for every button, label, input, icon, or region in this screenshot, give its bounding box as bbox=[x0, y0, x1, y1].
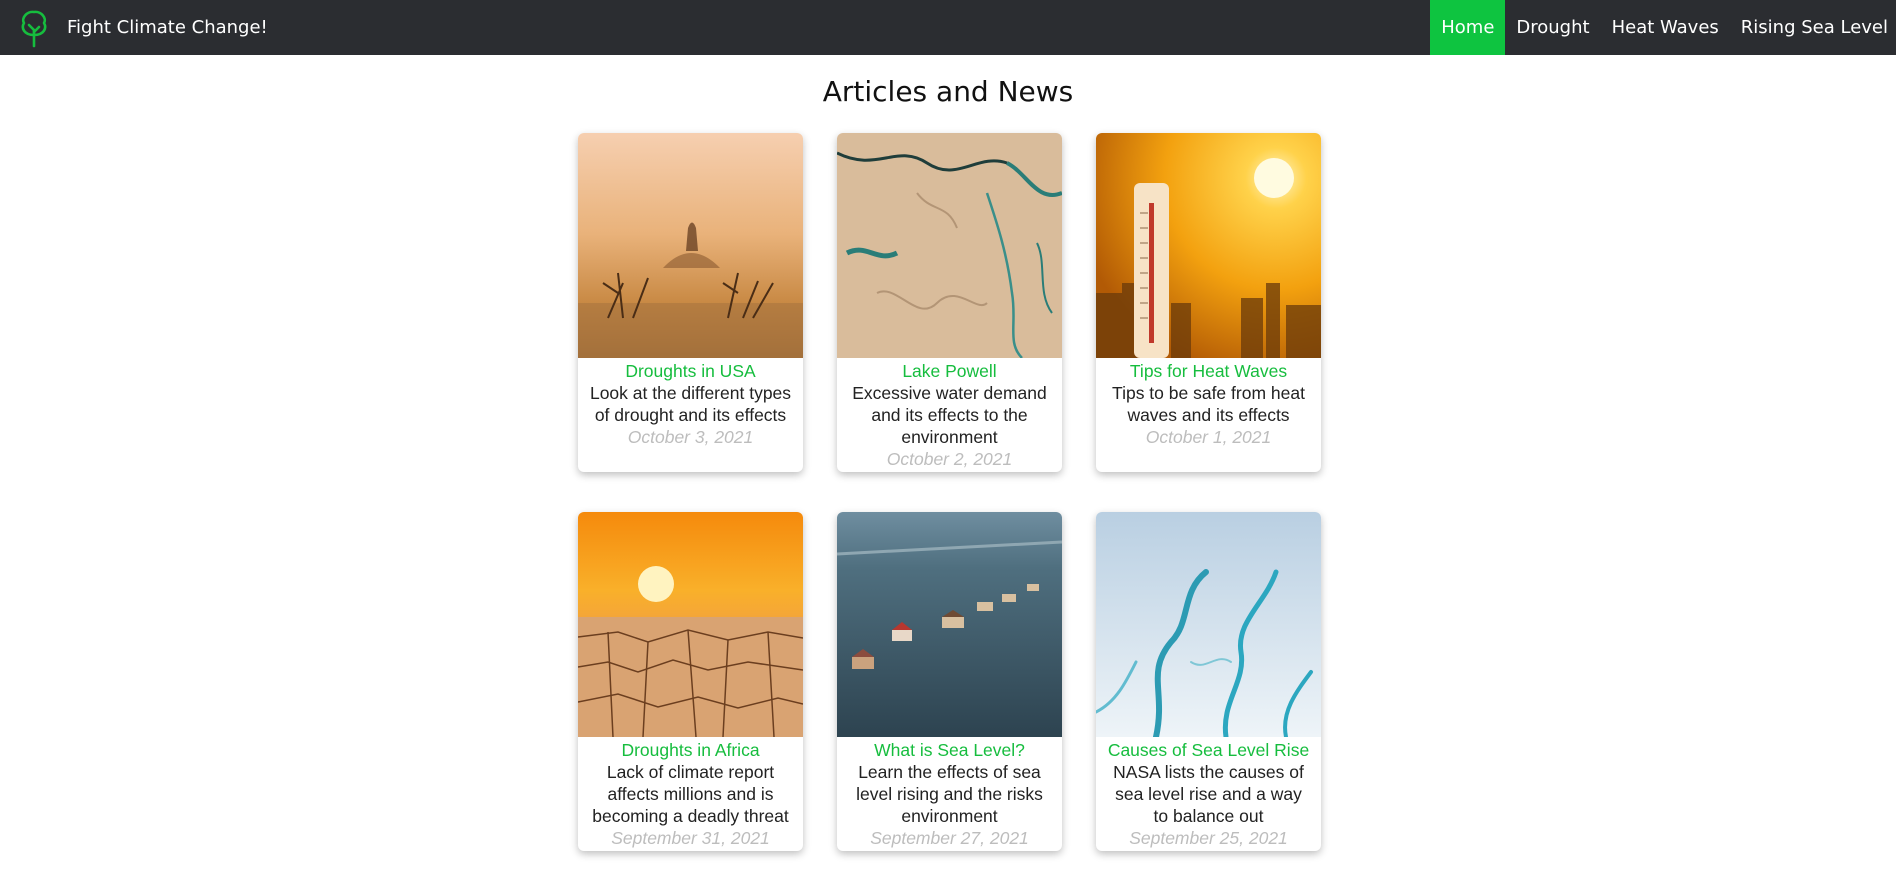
article-card[interactable]: Lake Powell Excessive water demand and i… bbox=[837, 133, 1062, 472]
cracked-earth-sunset-image bbox=[578, 512, 803, 737]
melting-ice-sheet-image bbox=[1096, 512, 1321, 737]
card-description: NASA lists the causes of sea level rise … bbox=[1113, 762, 1304, 826]
nav-home[interactable]: Home bbox=[1430, 0, 1506, 55]
nav-links: Home Drought Heat Waves Rising Sea Level bbox=[1430, 0, 1896, 55]
card-title[interactable]: Causes of Sea Level Rise bbox=[1096, 739, 1321, 761]
tree-icon bbox=[21, 10, 47, 47]
card-date: October 2, 2021 bbox=[886, 449, 1013, 469]
article-card[interactable]: Tips for Heat Waves Tips to be safe from… bbox=[1096, 133, 1321, 472]
article-card[interactable]: What is Sea Level? Learn the effects of … bbox=[837, 512, 1062, 851]
card-title[interactable]: Droughts in USA bbox=[578, 360, 803, 382]
card-info: Tips for Heat Waves Tips to be safe from… bbox=[1096, 358, 1321, 472]
nav-heat-waves[interactable]: Heat Waves bbox=[1601, 0, 1730, 55]
card-info: Lake Powell Excessive water demand and i… bbox=[837, 358, 1062, 472]
nav-drought[interactable]: Drought bbox=[1505, 0, 1600, 55]
card-date: October 1, 2021 bbox=[1145, 427, 1272, 447]
article-card[interactable]: Droughts in Africa Lack of climate repor… bbox=[578, 512, 803, 851]
card-title[interactable]: What is Sea Level? bbox=[837, 739, 1062, 761]
top-navbar: Fight Climate Change! Home Drought Heat … bbox=[0, 0, 1896, 55]
card-description: Tips to be safe from heat waves and its … bbox=[1112, 383, 1305, 425]
card-title[interactable]: Lake Powell bbox=[837, 360, 1062, 382]
brand-text: Fight Climate Change! bbox=[67, 17, 268, 38]
card-date: September 31, 2021 bbox=[611, 828, 770, 848]
card-info: Droughts in USA Look at the different ty… bbox=[578, 358, 803, 472]
article-card[interactable]: Causes of Sea Level Rise NASA lists the … bbox=[1096, 512, 1321, 851]
lake-powell-aerial-image bbox=[837, 133, 1062, 358]
card-info: Droughts in Africa Lack of climate repor… bbox=[578, 737, 803, 851]
card-description: Excessive water demand and its effects t… bbox=[852, 383, 1047, 447]
card-description: Learn the effects of sea level rising an… bbox=[856, 762, 1043, 826]
card-date: September 25, 2021 bbox=[1129, 828, 1288, 848]
page-title: Articles and News bbox=[822, 75, 1074, 108]
card-title[interactable]: Tips for Heat Waves bbox=[1096, 360, 1321, 382]
drought-savanna-image bbox=[578, 133, 803, 358]
card-date: September 27, 2021 bbox=[870, 828, 1029, 848]
brand-link[interactable]: Fight Climate Change! bbox=[18, 0, 268, 55]
card-info: What is Sea Level? Learn the effects of … bbox=[837, 737, 1062, 851]
card-description: Lack of climate report affects millions … bbox=[592, 762, 789, 826]
card-info: Causes of Sea Level Rise NASA lists the … bbox=[1096, 737, 1321, 851]
card-description: Look at the different types of drought a… bbox=[589, 383, 792, 425]
thermometer-heat-image bbox=[1096, 133, 1321, 358]
article-card[interactable]: Droughts in USA Look at the different ty… bbox=[578, 133, 803, 472]
flooded-houses-image bbox=[837, 512, 1062, 737]
card-title[interactable]: Droughts in Africa bbox=[578, 739, 803, 761]
card-date: October 3, 2021 bbox=[627, 427, 754, 447]
nav-rising-sea-level[interactable]: Rising Sea Level bbox=[1730, 0, 1896, 55]
